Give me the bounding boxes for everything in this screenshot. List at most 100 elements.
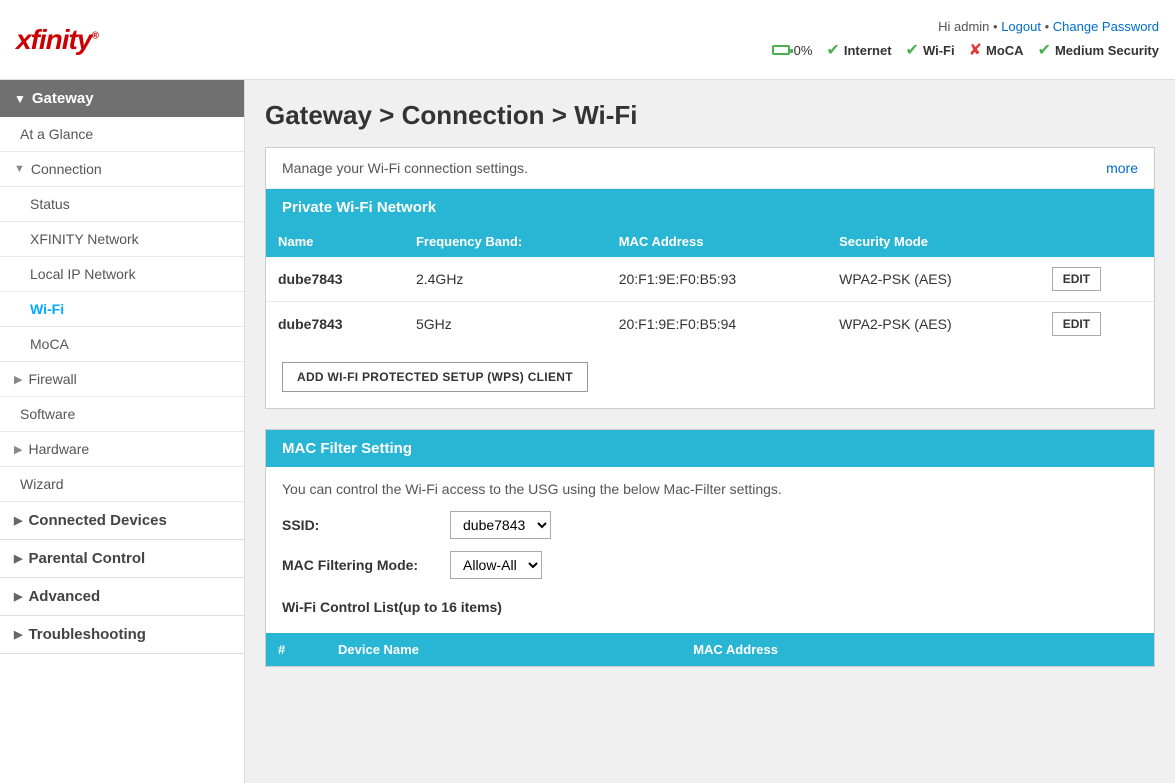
firewall-arrow-icon: ▶ bbox=[14, 373, 22, 386]
sidebar-item-at-a-glance[interactable]: At a Glance bbox=[0, 117, 244, 152]
parental-control-label: Parental Control bbox=[28, 550, 145, 567]
gateway-arrow-icon: ▼ bbox=[14, 92, 26, 106]
sidebar-item-wifi[interactable]: Wi-Fi bbox=[0, 292, 244, 327]
security-check-icon: ✔ bbox=[1038, 40, 1051, 60]
sidebar-gateway[interactable]: ▼ Gateway bbox=[0, 80, 244, 117]
description-card: Manage your Wi-Fi connection settings. m… bbox=[265, 147, 1155, 409]
sidebar-item-wizard[interactable]: Wizard bbox=[0, 467, 244, 502]
xfinity-logo: xfinity® bbox=[16, 24, 98, 56]
advanced-label: Advanced bbox=[28, 588, 100, 605]
security-status: ✔ Medium Security bbox=[1038, 40, 1159, 60]
mac-filter-card: MAC Filter Setting You can control the W… bbox=[265, 429, 1155, 667]
mac-filter-header: MAC Filter Setting bbox=[266, 430, 1154, 467]
battery-pct: 0% bbox=[794, 43, 813, 58]
sidebar-troubleshooting[interactable]: ▶ Troubleshooting bbox=[0, 616, 244, 654]
wifi-table-body: dube7843 2.4GHz 20:F1:9E:F0:B5:93 WPA2-P… bbox=[266, 257, 1154, 346]
wifi-control-list-label: Wi-Fi Control List(up to 16 items) bbox=[282, 591, 1138, 619]
at-a-glance-label: At a Glance bbox=[20, 126, 93, 142]
wifi-row-name: dube7843 bbox=[266, 257, 404, 302]
wifi-row-frequency: 2.4GHz bbox=[404, 257, 607, 302]
wifi-table-row: dube7843 2.4GHz 20:F1:9E:F0:B5:93 WPA2-P… bbox=[266, 257, 1154, 302]
ctrl-col-num: # bbox=[266, 633, 326, 666]
greeting-text: Hi admin bbox=[938, 19, 989, 34]
card-description-text: Manage your Wi-Fi connection settings. bbox=[282, 160, 528, 176]
sidebar-connected-devices[interactable]: ▶ Connected Devices bbox=[0, 502, 244, 540]
moca-label: MoCA bbox=[986, 43, 1024, 58]
battery-status: 0% bbox=[772, 43, 813, 58]
connected-devices-arrow-icon: ▶ bbox=[14, 514, 22, 527]
layout: ▼ Gateway At a Glance ▼ Connection Statu… bbox=[0, 80, 1175, 783]
troubleshooting-arrow-icon: ▶ bbox=[14, 628, 22, 641]
wifi-table: Name Frequency Band: MAC Address Securit… bbox=[266, 226, 1154, 346]
internet-label: Internet bbox=[844, 43, 892, 58]
sidebar-advanced[interactable]: ▶ Advanced bbox=[0, 578, 244, 616]
wifi-row-frequency: 5GHz bbox=[404, 302, 607, 347]
connected-devices-label: Connected Devices bbox=[28, 512, 166, 529]
sidebar-connection[interactable]: ▼ Connection bbox=[0, 152, 244, 187]
card-description-row: Manage your Wi-Fi connection settings. m… bbox=[266, 148, 1154, 189]
ssid-select[interactable]: dube7843 bbox=[450, 511, 551, 539]
more-link[interactable]: more bbox=[1106, 160, 1138, 176]
troubleshooting-label: Troubleshooting bbox=[28, 626, 146, 643]
internet-status: ✔ Internet bbox=[826, 40, 891, 60]
mac-filtering-mode-row: MAC Filtering Mode: Allow-All Allow Deny bbox=[282, 551, 1138, 579]
firewall-label: Firewall bbox=[28, 371, 76, 387]
connection-arrow-icon: ▼ bbox=[14, 163, 25, 175]
wifi-status: ✔ Wi-Fi bbox=[906, 40, 955, 60]
col-frequency: Frequency Band: bbox=[404, 226, 607, 257]
wifi-table-header-row: Name Frequency Band: MAC Address Securit… bbox=[266, 226, 1154, 257]
sidebar-item-software[interactable]: Software bbox=[0, 397, 244, 432]
col-action bbox=[1040, 226, 1154, 257]
logout-link[interactable]: Logout bbox=[1001, 19, 1041, 34]
user-nav: Hi admin • Logout • Change Password bbox=[938, 19, 1159, 34]
wifi-row-mac: 20:F1:9E:F0:B5:94 bbox=[607, 302, 827, 347]
mac-mode-select[interactable]: Allow-All Allow Deny bbox=[450, 551, 542, 579]
hardware-arrow-icon: ▶ bbox=[14, 443, 22, 456]
wifi-edit-button[interactable]: EDIT bbox=[1052, 267, 1101, 291]
sidebar-parental-control[interactable]: ▶ Parental Control bbox=[0, 540, 244, 578]
sidebar-item-status[interactable]: Status bbox=[0, 187, 244, 222]
sidebar-item-xfinity-network[interactable]: XFINITY Network bbox=[0, 222, 244, 257]
moca-nav-label: MoCA bbox=[30, 336, 69, 352]
wifi-row-security: WPA2-PSK (AES) bbox=[827, 302, 1040, 347]
col-security: Security Mode bbox=[827, 226, 1040, 257]
sidebar-gateway-label: Gateway bbox=[32, 90, 94, 107]
connection-label: Connection bbox=[31, 161, 102, 177]
sidebar-item-local-ip-network[interactable]: Local IP Network bbox=[0, 257, 244, 292]
wifi-edit-button[interactable]: EDIT bbox=[1052, 312, 1101, 336]
wifi-row-mac: 20:F1:9E:F0:B5:93 bbox=[607, 257, 827, 302]
ssid-row: SSID: dube7843 bbox=[282, 511, 1138, 539]
wifi-row-edit-cell: EDIT bbox=[1040, 302, 1154, 347]
sidebar-item-moca[interactable]: MoCA bbox=[0, 327, 244, 362]
ssid-label: SSID: bbox=[282, 517, 442, 533]
header-right: Hi admin • Logout • Change Password 0% ✔… bbox=[772, 19, 1159, 60]
wifi-row-edit-cell: EDIT bbox=[1040, 257, 1154, 302]
status-bar: 0% ✔ Internet ✔ Wi-Fi ✘ MoCA ✔ Medium Se… bbox=[772, 40, 1159, 60]
control-table-header-row: # Device Name MAC Address bbox=[266, 633, 1154, 666]
add-wps-client-button[interactable]: ADD WI-FI PROTECTED SETUP (WPS) CLIENT bbox=[282, 362, 588, 392]
wifi-nav-label: Wi-Fi bbox=[30, 301, 64, 317]
ctrl-col-device-name: Device Name bbox=[326, 633, 681, 666]
mac-filter-desc: You can control the Wi-Fi access to the … bbox=[282, 481, 1138, 497]
battery-icon bbox=[772, 45, 790, 55]
mac-mode-label: MAC Filtering Mode: bbox=[282, 557, 442, 573]
xfinity-network-label: XFINITY Network bbox=[30, 231, 139, 247]
header: xfinity® Hi admin • Logout • Change Pass… bbox=[0, 0, 1175, 80]
change-password-link[interactable]: Change Password bbox=[1053, 19, 1159, 34]
wifi-table-row: dube7843 5GHz 20:F1:9E:F0:B5:94 WPA2-PSK… bbox=[266, 302, 1154, 347]
separator2: • bbox=[1045, 19, 1053, 34]
status-label: Status bbox=[30, 196, 70, 212]
wizard-label: Wizard bbox=[20, 476, 64, 492]
sidebar-hardware[interactable]: ▶ Hardware bbox=[0, 432, 244, 467]
col-name: Name bbox=[266, 226, 404, 257]
ctrl-col-mac: MAC Address bbox=[681, 633, 1154, 666]
wps-button-row: ADD WI-FI PROTECTED SETUP (WPS) CLIENT bbox=[266, 346, 1154, 408]
sidebar-firewall[interactable]: ▶ Firewall bbox=[0, 362, 244, 397]
hardware-label: Hardware bbox=[28, 441, 89, 457]
advanced-arrow-icon: ▶ bbox=[14, 590, 22, 603]
security-label: Medium Security bbox=[1055, 43, 1159, 58]
mac-filter-body: You can control the Wi-Fi access to the … bbox=[266, 467, 1154, 633]
internet-check-icon: ✔ bbox=[826, 40, 839, 60]
moca-status: ✘ MoCA bbox=[969, 40, 1024, 60]
control-table: # Device Name MAC Address bbox=[266, 633, 1154, 666]
